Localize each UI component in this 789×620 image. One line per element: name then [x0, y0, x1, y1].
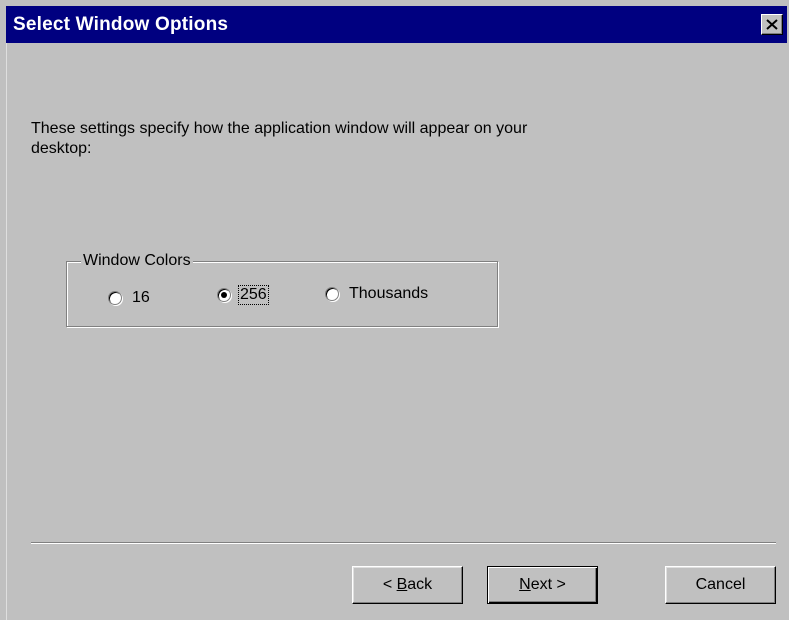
back-button-rest: ack: [407, 576, 433, 593]
title-bar[interactable]: Select Window Options: [6, 6, 787, 43]
cancel-button[interactable]: Cancel: [665, 566, 776, 604]
intro-text: These settings specify how the applicati…: [31, 120, 528, 157]
next-button-rest: ext >: [530, 576, 566, 593]
radio-label-256: 256: [238, 285, 269, 305]
group-label: Window Colors: [81, 252, 193, 270]
radio-button-icon[interactable]: [108, 291, 122, 305]
radio-thousands[interactable]: Thousands: [325, 285, 428, 303]
close-button[interactable]: [761, 14, 783, 35]
radio-button-icon[interactable]: [325, 287, 339, 301]
radio-label-thousands: Thousands: [349, 285, 429, 302]
radio-256[interactable]: 256: [217, 285, 269, 305]
back-button[interactable]: < Back: [352, 566, 463, 604]
window-title: Select Window Options: [13, 14, 229, 35]
back-button-prefix: <: [382, 576, 397, 593]
next-button[interactable]: Next >: [487, 566, 598, 604]
radio-16[interactable]: 16: [108, 289, 150, 307]
radio-label-16: 16: [132, 289, 150, 306]
close-icon: [766, 19, 778, 30]
next-button-mnemonic: N: [519, 576, 531, 593]
back-button-mnemonic: B: [396, 576, 408, 593]
radio-button-icon[interactable]: [217, 288, 231, 302]
dialog-window: Select Window Options These settings spe…: [0, 0, 789, 620]
window-edge: [6, 43, 7, 620]
separator-line: [31, 542, 776, 544]
